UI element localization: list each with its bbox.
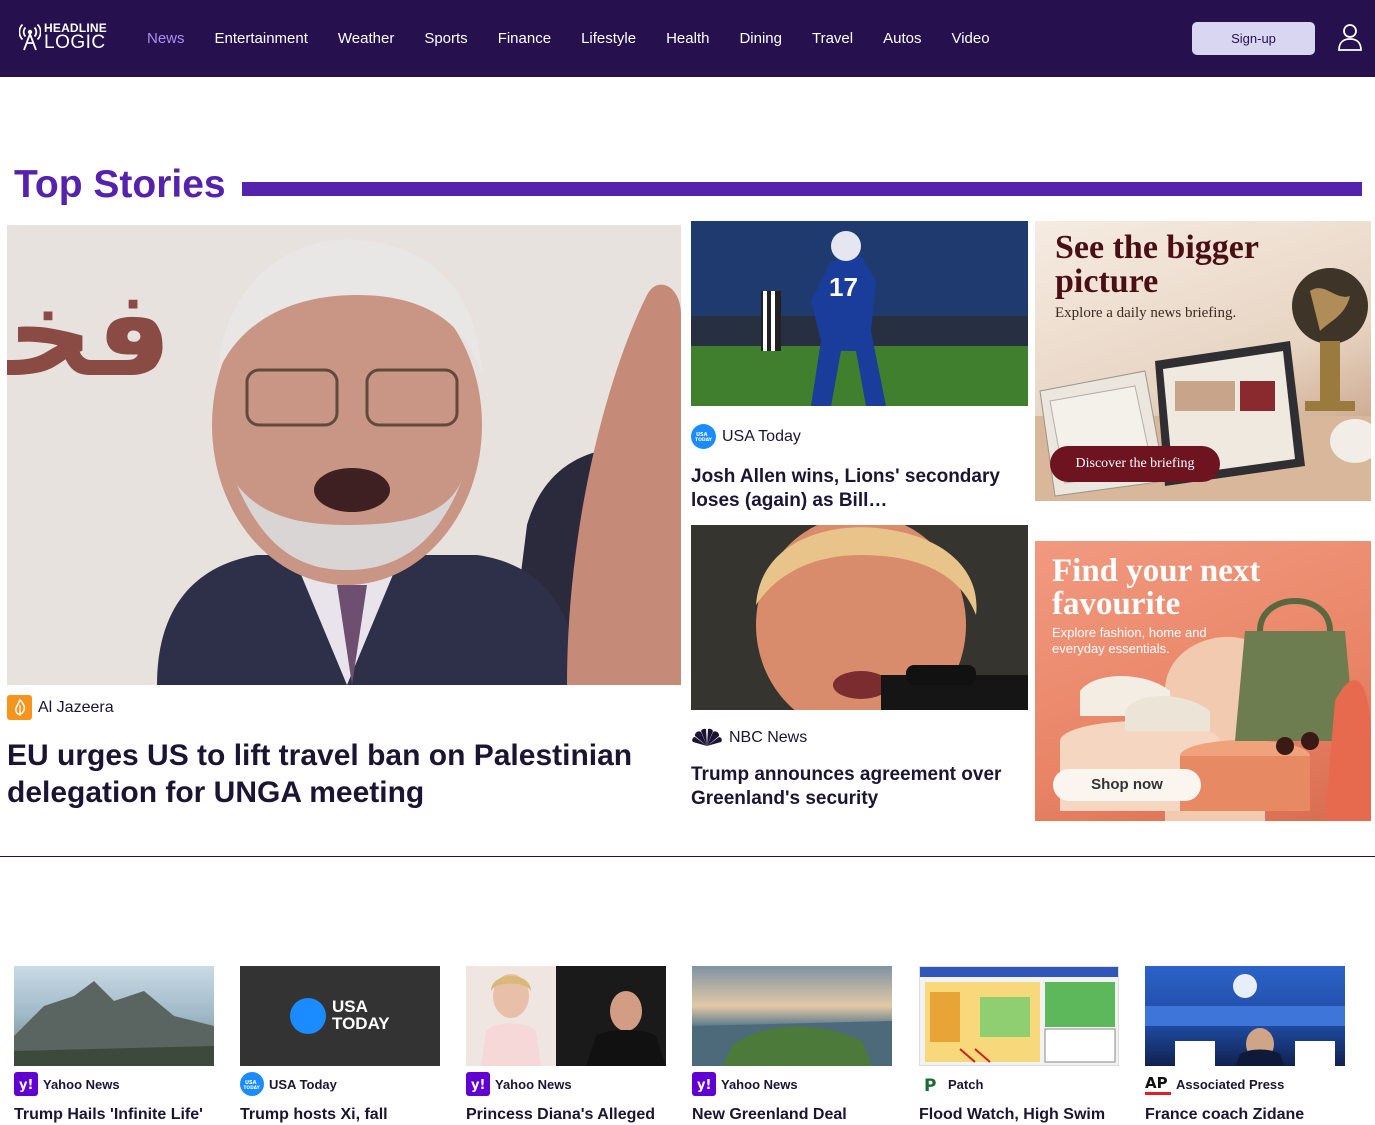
wordmark-line1: USA (332, 997, 368, 1016)
source-name: USA Today (722, 427, 801, 445)
nav-item-weather[interactable]: Weather (323, 30, 409, 47)
ad-heading: Find your next favourite (1052, 553, 1261, 622)
nav-item-finance[interactable]: Finance (483, 30, 566, 47)
small-story-title[interactable]: New Greenland Deal (692, 1106, 892, 1124)
small-story-card[interactable]: y! Yahoo News Trump Hails 'Infinite Life… (14, 966, 214, 1124)
small-story-image[interactable] (1145, 966, 1345, 1066)
story-title-josh-allen[interactable]: Josh Allen wins, Lions' secondary loses … (691, 465, 1021, 513)
section-title: Top Stories (14, 163, 226, 206)
small-story-card[interactable]: y! Yahoo News New Greenland Deal (692, 966, 892, 1124)
yahoo-logo-icon: y! (692, 1072, 716, 1096)
small-story-image[interactable] (14, 966, 214, 1066)
nav-item-entertainment[interactable]: Entertainment (200, 30, 323, 47)
small-story-image[interactable]: USA TODAY (240, 966, 440, 1066)
ad-subheading: Explore a daily news briefing. (1055, 305, 1237, 321)
site-logo[interactable]: HEADLINE LOGIC (19, 22, 109, 52)
small-story-title[interactable]: Trump Hails 'Infinite Life' (14, 1106, 214, 1124)
svg-text:TODAY: TODAY (695, 437, 713, 443)
svg-text:y!: y! (471, 1078, 485, 1092)
svg-text:ﻓﺨ: ﻓﺨ (7, 265, 172, 404)
small-story-image[interactable] (466, 966, 666, 1066)
source-name: Yahoo News (43, 1076, 120, 1092)
small-story-source: y! Yahoo News (692, 1072, 892, 1096)
small-story-title[interactable]: France coach Zidane (1145, 1106, 1345, 1124)
top-header: HEADLINE LOGIC News Entertainment Weathe… (0, 0, 1375, 77)
ad-cta-button[interactable]: Shop now (1053, 769, 1201, 801)
svg-text:AP: AP (1145, 1074, 1168, 1092)
lead-story-source: Al Jazeera (7, 695, 114, 720)
small-story-image[interactable] (919, 966, 1119, 1066)
broadcast-tower-icon (19, 23, 41, 51)
nav-item-video[interactable]: Video (936, 30, 1004, 47)
user-icon[interactable] (1337, 23, 1363, 51)
lead-story-image[interactable]: ﻓﺨ (7, 225, 681, 685)
small-story-title[interactable]: Princess Diana's Alleged (466, 1106, 666, 1124)
story-image-football[interactable]: 17 (691, 221, 1028, 406)
source-name: USA Today (269, 1076, 337, 1092)
small-story-source: y! Yahoo News (466, 1072, 666, 1096)
sign-up-button[interactable]: Sign-up (1192, 22, 1315, 55)
svg-text:P: P (924, 1076, 936, 1096)
section-divider (0, 856, 1375, 857)
small-story-title[interactable]: Trump hosts Xi, fall (240, 1106, 440, 1124)
svg-text:17: 17 (829, 272, 858, 302)
ad-heading: See the bigger picture (1055, 229, 1259, 300)
svg-text:y!: y! (19, 1078, 33, 1092)
nav-item-news[interactable]: News (132, 30, 200, 47)
source-name: Patch (948, 1076, 984, 1092)
story-title-greenland[interactable]: Trump announces agreement over Greenland… (691, 763, 1011, 811)
section-title-bar (242, 182, 1362, 196)
source-name: Al Jazeera (38, 698, 114, 716)
small-story-source: P Patch (919, 1072, 1119, 1096)
ap-logo-icon: AP (1145, 1072, 1171, 1096)
small-story-image[interactable] (692, 966, 892, 1066)
al-jazeera-logo-icon (7, 695, 32, 720)
nav-item-lifestyle[interactable]: Lifestyle (566, 30, 651, 47)
patch-logo-icon: P (919, 1072, 943, 1096)
story-image-trump[interactable] (691, 525, 1028, 710)
ad-news-briefing[interactable]: See the bigger picture Explore a daily n… (1035, 221, 1371, 501)
nav-item-autos[interactable]: Autos (868, 30, 936, 47)
small-story-card[interactable]: AP Associated Press France coach Zidane (1145, 966, 1345, 1124)
nav-item-travel[interactable]: Travel (797, 30, 868, 47)
small-story-card[interactable]: USA TODAY USA TODAY USA Today Trump hosts… (240, 966, 440, 1124)
source-name: Associated Press (1176, 1076, 1285, 1092)
story-source-nbc-news: NBC News (691, 725, 807, 750)
lead-story-title[interactable]: EU urges US to lift travel ban on Palest… (7, 737, 677, 811)
source-name: NBC News (729, 728, 808, 746)
source-name: Yahoo News (721, 1076, 798, 1092)
small-story-source: USA TODAY USA Today (240, 1072, 440, 1096)
nav-item-sports[interactable]: Sports (409, 30, 482, 47)
yahoo-logo-icon: y! (466, 1072, 490, 1096)
nbc-peacock-logo-icon (691, 725, 723, 750)
svg-text:TODAY: TODAY (244, 1085, 261, 1091)
small-story-title[interactable]: Flood Watch, High Swim (919, 1106, 1119, 1124)
small-story-card[interactable]: y! Yahoo News Princess Diana's Alleged (466, 966, 666, 1124)
small-story-source: y! Yahoo News (14, 1072, 214, 1096)
ad-cta-button[interactable]: Discover the briefing (1050, 449, 1220, 479)
small-story-source: AP Associated Press (1145, 1072, 1345, 1096)
ad-shopping[interactable]: Find your next favourite Explore fashion… (1035, 541, 1371, 821)
source-name: Yahoo News (495, 1076, 572, 1092)
wordmark-line2: TODAY (332, 1014, 390, 1033)
nav-item-health[interactable]: Health (651, 30, 724, 47)
story-source-usa-today: USA TODAY USA Today (691, 424, 801, 449)
ad-subheading: Explore fashion, home and everyday essen… (1052, 625, 1207, 656)
logo-wordmark: HEADLINE LOGIC (44, 22, 107, 52)
usa-today-logo-icon: USA TODAY (240, 1072, 264, 1096)
small-story-card[interactable]: P Patch Flood Watch, High Swim (919, 966, 1119, 1124)
usa-today-logo-icon: USA TODAY (691, 424, 716, 449)
logo-line2: LOGIC (44, 32, 106, 53)
usa-today-wordmark: USA TODAY (332, 998, 390, 1032)
yahoo-logo-icon: y! (14, 1072, 38, 1096)
nav-item-dining[interactable]: Dining (724, 30, 797, 47)
svg-text:y!: y! (697, 1078, 711, 1092)
main-nav: News Entertainment Weather Sports Financ… (132, 0, 1005, 77)
